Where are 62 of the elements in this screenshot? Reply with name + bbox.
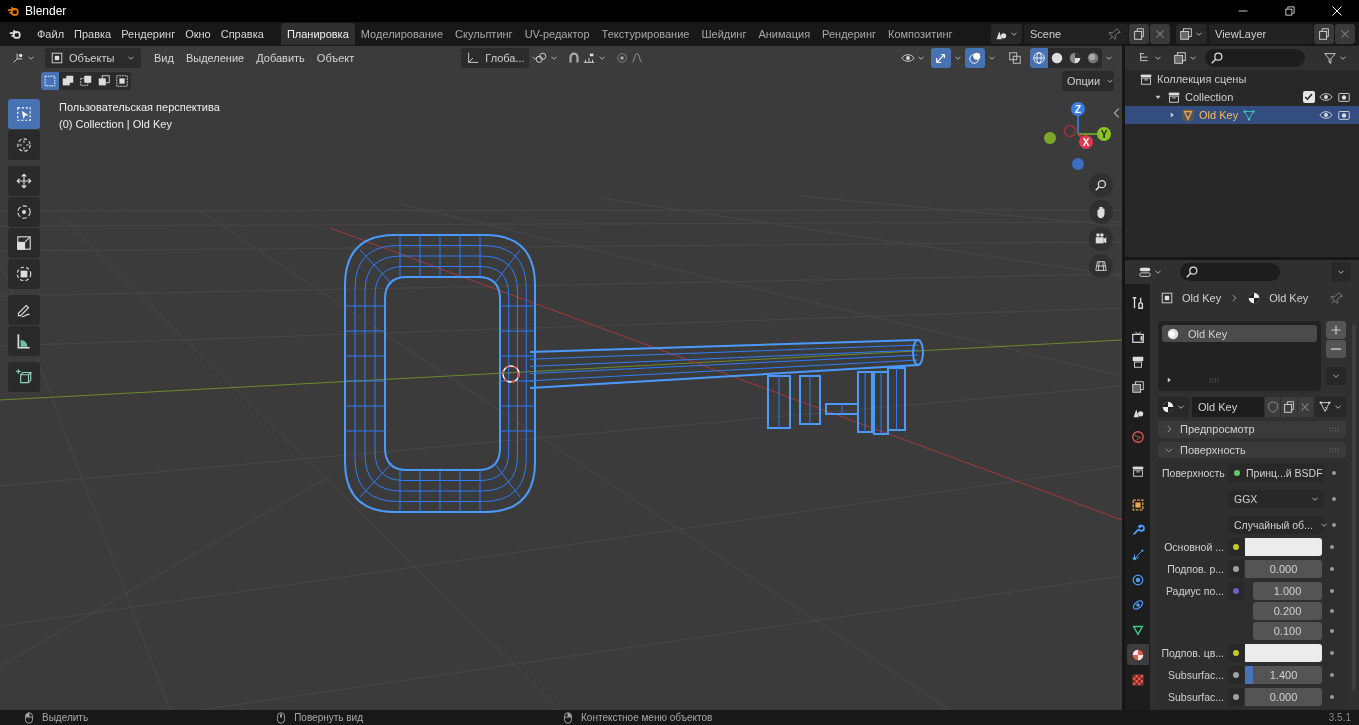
panel-title: Поверхность bbox=[1180, 443, 1247, 456]
dropdown-field[interactable]: GGX bbox=[1228, 490, 1324, 508]
view-layer-field[interactable]: ViewLayer bbox=[1209, 24, 1313, 44]
status-hint: Выделить bbox=[42, 712, 89, 723]
outliner-row[interactable]: Collection bbox=[1125, 88, 1359, 106]
property-label: Основной ... bbox=[1164, 541, 1224, 553]
menu-item[interactable]: Окно bbox=[180, 25, 216, 43]
workspace-tab[interactable]: Шейдинг bbox=[695, 23, 753, 45]
menu-item[interactable]: Объект bbox=[311, 49, 360, 67]
outliner-label: Old Key bbox=[1199, 109, 1239, 121]
workspace-tab[interactable]: Композитинг bbox=[882, 23, 959, 45]
object-info: (0) Collection | Old Key bbox=[59, 118, 173, 130]
menu-item[interactable]: Добавить bbox=[251, 49, 310, 67]
number-field[interactable]: 1.000 bbox=[1253, 582, 1322, 600]
menu-item[interactable]: Правка bbox=[69, 25, 117, 43]
property-label: Радиус по... bbox=[1165, 585, 1224, 597]
outliner-label: Коллекция сцены bbox=[1157, 73, 1247, 85]
number-field[interactable]: 0.100 bbox=[1253, 622, 1322, 640]
number-field[interactable]: 0.000 bbox=[1245, 688, 1322, 706]
workspace-tab[interactable]: Анимация bbox=[752, 23, 817, 45]
breadcrumb-item: Old Key bbox=[1182, 291, 1222, 304]
menu-item[interactable]: Вид bbox=[149, 49, 179, 67]
workspace-tab[interactable]: Текстурирование bbox=[595, 23, 696, 45]
outliner-label: Collection bbox=[1185, 91, 1234, 103]
panel-header[interactable]: Поверхность bbox=[1158, 441, 1346, 458]
outliner-row[interactable]: Коллекция сцены bbox=[1125, 70, 1359, 88]
property-label: Subsurfac... bbox=[1167, 691, 1224, 703]
menu-item[interactable]: Файл bbox=[32, 25, 70, 43]
status-hint: Повернуть вид bbox=[294, 712, 364, 723]
material-slot[interactable]: Old Key bbox=[1162, 325, 1317, 343]
axis-handle[interactable]: X bbox=[1079, 135, 1093, 149]
scene-name-field[interactable]: Scene bbox=[1024, 24, 1128, 44]
workspace-tab[interactable]: Скульптинг bbox=[449, 23, 519, 45]
options-dropdown[interactable]: Опции bbox=[1062, 71, 1114, 91]
version-label: 3.5.1 bbox=[1328, 712, 1351, 723]
slider-field[interactable]: 1.400 bbox=[1245, 666, 1322, 684]
menu-item[interactable]: Выделение bbox=[180, 49, 250, 67]
axis-handle[interactable]: Y bbox=[1097, 127, 1111, 141]
workspace-tab[interactable]: Моделирование bbox=[354, 23, 450, 45]
panel-header[interactable]: Предпросмотр bbox=[1158, 421, 1346, 438]
workspace-tab[interactable]: Рендеринг bbox=[816, 23, 883, 45]
number-field[interactable]: 0.200 bbox=[1253, 602, 1322, 620]
property-label: Подпов. цв... bbox=[1161, 647, 1224, 659]
workspace-tab[interactable]: UV-редактор bbox=[518, 23, 596, 45]
axis-handle[interactable]: Z bbox=[1071, 102, 1085, 116]
breadcrumb-item: Old Key bbox=[1269, 291, 1309, 304]
panel-title: Предпросмотр bbox=[1180, 423, 1256, 436]
number-field[interactable]: 0.000 bbox=[1245, 560, 1322, 578]
menu-item[interactable]: Рендеринг bbox=[116, 25, 181, 43]
status-hint: Контекстное меню объектов bbox=[581, 712, 713, 723]
workspace-tab[interactable]: Планировка bbox=[280, 23, 355, 45]
property-label: Подпов. р... bbox=[1167, 563, 1224, 575]
shader-field[interactable]: Принц...й BSDF bbox=[1228, 464, 1324, 482]
window-title: Blender bbox=[25, 4, 67, 18]
outliner-row[interactable]: Old Key bbox=[1125, 106, 1359, 124]
menu-item[interactable]: Справка bbox=[215, 25, 269, 43]
slot-label: Old Key bbox=[1188, 327, 1228, 340]
mode-dropdown[interactable]: Объекты bbox=[45, 48, 141, 68]
material-name-field[interactable]: Old Key bbox=[1192, 397, 1265, 418]
property-label: Поверхность bbox=[1162, 467, 1225, 479]
view-name: Пользовательская перспектива bbox=[59, 101, 220, 113]
property-label: Subsurfac... bbox=[1167, 669, 1224, 681]
